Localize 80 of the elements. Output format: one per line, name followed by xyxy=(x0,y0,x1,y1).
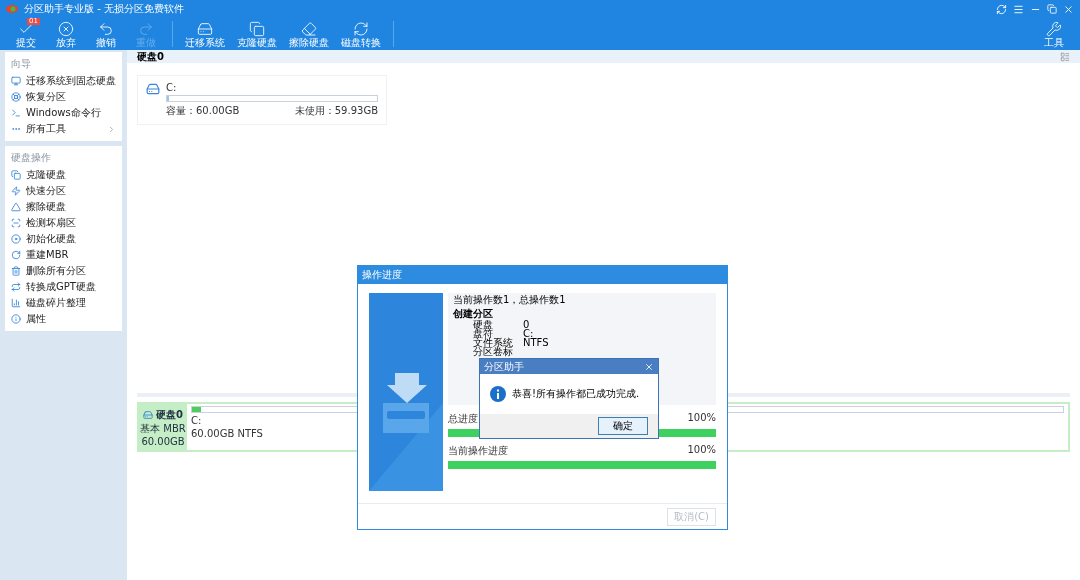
disk-size: 60.00GB xyxy=(141,435,185,447)
toolbar-button[interactable]: 克隆硬盘 xyxy=(231,20,283,48)
field-value: 0 xyxy=(523,320,530,329)
copy-icon xyxy=(11,170,21,180)
message-text: 恭喜!所有操作都已成功完成. xyxy=(512,387,640,401)
field-value: C: xyxy=(523,329,534,338)
sidebar-item[interactable]: 快速分区 xyxy=(5,183,122,199)
toolbar-button[interactable]: 擦除硬盘 xyxy=(283,20,335,48)
disc-icon xyxy=(11,234,21,244)
scan-icon xyxy=(11,218,21,228)
windows-icon xyxy=(11,108,21,118)
toolbar-button[interactable]: 放弃 xyxy=(46,20,86,48)
sidebar-item[interactable]: 迁移系统到固态硬盘 xyxy=(5,73,122,89)
sidebar-item[interactable]: 恢复分区 xyxy=(5,89,122,105)
disk-name: 硬盘0 xyxy=(156,407,183,422)
partition-name: C: xyxy=(166,82,178,93)
dialog-title: 操作进度 xyxy=(358,266,727,284)
message-title: 分区助手 xyxy=(484,359,524,374)
undo-icon xyxy=(98,20,114,37)
capacity-text: 容量：60.00GB xyxy=(166,104,240,118)
sidebar-item[interactable]: 初始化硬盘 xyxy=(5,231,122,247)
redo-icon xyxy=(138,20,154,37)
progress-label: 总进度 xyxy=(448,412,478,426)
partition-name: C: xyxy=(191,415,202,426)
lightning-icon xyxy=(11,186,21,196)
disk-type: 基本 MBR xyxy=(140,421,186,436)
operation-summary: 当前操作数1，总操作数1 xyxy=(453,294,567,305)
sidebar-item[interactable]: 属性 xyxy=(5,311,122,327)
free-space-text: 未使用：59.93GB xyxy=(294,104,378,118)
toolbar-button[interactable]: 撤销 xyxy=(86,20,126,48)
trash-icon xyxy=(11,266,21,276)
lifebuoy-icon xyxy=(11,92,21,102)
app-logo-icon xyxy=(6,5,18,13)
partition-info: 60.00GB NTFS xyxy=(191,428,263,439)
info-icon xyxy=(11,314,21,324)
sidebar-item[interactable]: 重建MBR xyxy=(5,247,122,263)
drive-icon xyxy=(146,82,160,96)
sidebar-item[interactable]: 转换成GPT硬盘 xyxy=(5,279,122,295)
sidebar-item[interactable]: 磁盘碎片整理 xyxy=(5,295,122,311)
window-title: 分区助手专业版 - 无损分区免费软件 xyxy=(24,2,185,16)
wrench-icon xyxy=(1046,20,1062,37)
copy-icon xyxy=(249,20,265,37)
field-label: 文件系统 xyxy=(473,338,513,347)
sidebar-item[interactable]: 克隆硬盘 xyxy=(5,167,122,183)
refresh-icon xyxy=(353,20,369,37)
repeat-icon xyxy=(11,282,21,292)
tools-button[interactable]: 工具 xyxy=(1034,20,1074,48)
cancel-icon xyxy=(58,20,74,37)
sidebar-item[interactable]: 删除所有分区 xyxy=(5,263,122,279)
refresh-icon[interactable] xyxy=(996,3,1007,15)
eraser-icon xyxy=(301,20,317,37)
ok-button[interactable]: 确定 xyxy=(598,417,648,435)
menu-icon[interactable] xyxy=(1013,3,1024,15)
close-icon[interactable] xyxy=(644,361,654,372)
sidebar-item[interactable]: 所有工具 xyxy=(5,121,122,137)
triangle-icon xyxy=(11,202,21,212)
toolbar-button[interactable]: 迁移系统 xyxy=(179,20,231,48)
hard-drive-icon xyxy=(197,20,213,37)
bar-chart-icon xyxy=(11,298,21,308)
progress-reading: 100% xyxy=(687,412,716,425)
rotate-icon xyxy=(11,250,21,260)
field-label: 分区卷标 xyxy=(473,347,513,356)
sidebar-item[interactable]: Windows命令行 xyxy=(5,105,122,121)
toolbar-button[interactable]: 磁盘转换 xyxy=(335,20,387,48)
sidebar-item[interactable]: 擦除硬盘 xyxy=(5,199,122,215)
restore-icon[interactable] xyxy=(1047,4,1057,14)
section-title: 向导 xyxy=(10,57,32,71)
view-icon[interactable] xyxy=(1060,51,1070,62)
info-icon xyxy=(490,386,506,402)
sidebar-item[interactable]: 检测坏扇区 xyxy=(5,215,122,231)
section-title: 硬盘操作 xyxy=(10,151,52,165)
operation-title: 创建分区 xyxy=(453,308,494,319)
disk-header: 硬盘0 xyxy=(127,50,1080,63)
partition-card[interactable]: C: 容量：60.00GB 未使用：59.93GB xyxy=(137,75,387,125)
drive-icon xyxy=(143,409,153,420)
monitor-icon xyxy=(11,76,21,86)
field-value: NTFS xyxy=(523,338,549,347)
field-label: 盘符 xyxy=(473,329,493,338)
field-label: 硬盘 xyxy=(473,320,493,329)
close-icon[interactable] xyxy=(1063,3,1074,15)
